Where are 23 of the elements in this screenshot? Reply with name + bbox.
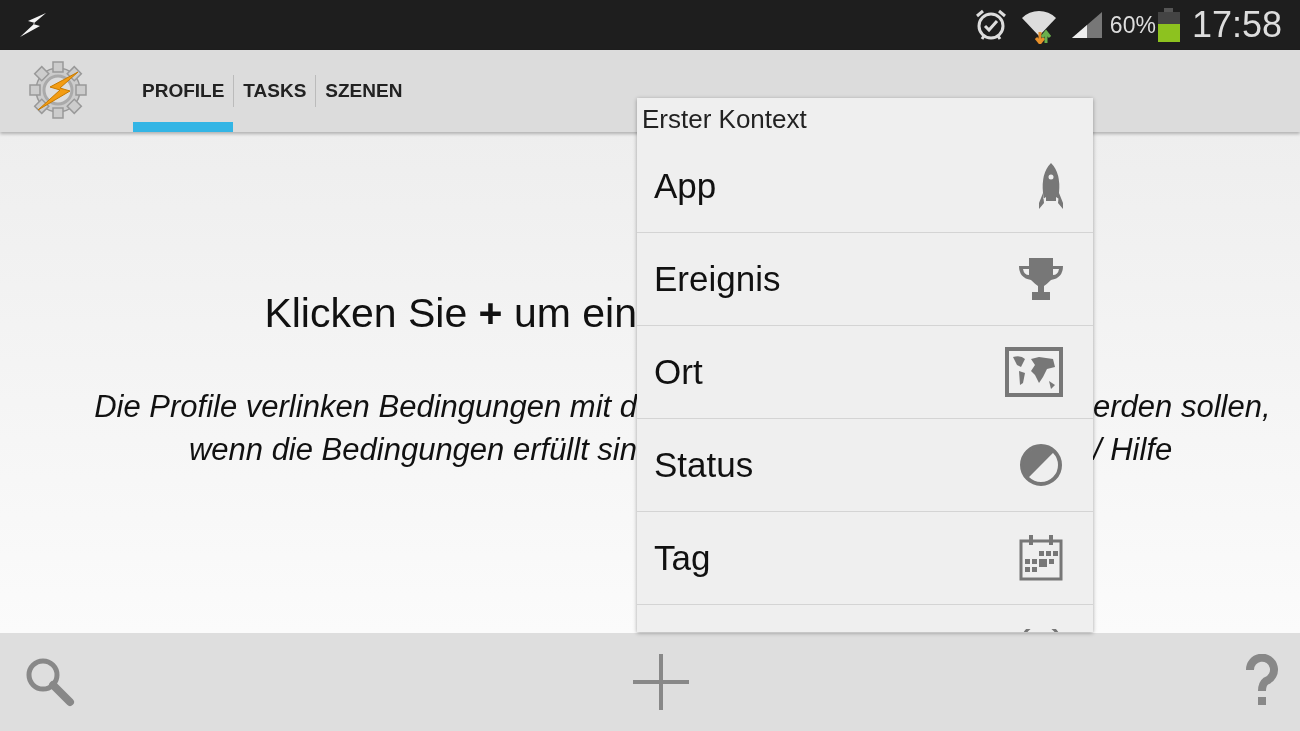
menu-item[interactable]: App [637, 140, 1093, 233]
world-map-icon [1005, 347, 1063, 397]
battery-icon [1157, 8, 1180, 42]
add-button[interactable] [631, 652, 691, 712]
menu-title: Erster Kontext [641, 103, 808, 136]
heading-text: Klicken Sie + um ein [263, 290, 637, 338]
rocket-icon [1039, 163, 1063, 209]
half-circle-icon [1019, 443, 1063, 487]
battery-percent: 60% [1109, 11, 1156, 39]
description-text: Die Profile verlinken Bedingungen mit d [93, 388, 637, 426]
description-text: erden sollen, [1093, 388, 1272, 426]
alarm-clock-icon [973, 8, 1008, 42]
tab[interactable]: SZENEN [316, 50, 412, 132]
gear-lightning-logo [28, 60, 88, 120]
menu-item[interactable]: Status [637, 419, 1093, 512]
menu-item[interactable]: Ort [637, 326, 1093, 419]
menu-item[interactable]: Ereignis [637, 233, 1093, 326]
menu-item[interactable]: Tag [637, 512, 1093, 605]
clock-time: 17:58 [1191, 4, 1282, 46]
tab[interactable]: TASKS [234, 50, 316, 132]
calendar-icon [1019, 535, 1063, 581]
description-text: wenn die Bedingungen erfüllt sin [187, 431, 637, 469]
trophy-icon [1019, 258, 1063, 300]
